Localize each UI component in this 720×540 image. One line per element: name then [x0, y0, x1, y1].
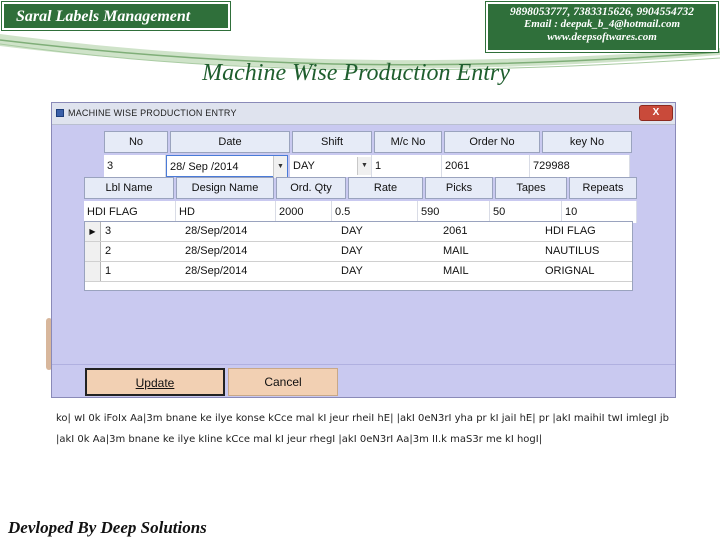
- lbl-name-field[interactable]: HDI FLAG: [84, 201, 176, 223]
- button-bar: Update Cancel: [52, 364, 675, 397]
- contact-phones: 9898053777, 7383315626, 9904554732: [510, 6, 694, 18]
- footer-credit: Devloped By Deep Solutions: [8, 518, 207, 537]
- ord-qty-field[interactable]: 2000: [276, 201, 332, 223]
- update-button[interactable]: Update: [85, 368, 225, 396]
- records-list[interactable]: ▶ 3 28/Sep/2014 DAY 2061 HDI FLAG 2 28/S…: [84, 221, 633, 291]
- row-selector[interactable]: [85, 262, 101, 281]
- brand-title: Saral Labels Management: [16, 8, 191, 25]
- row-selector-icon[interactable]: ▶: [85, 222, 101, 241]
- header-mc-no: M/c No: [374, 131, 442, 153]
- row-no: 2: [105, 245, 112, 257]
- row-no: 3: [105, 225, 112, 237]
- page-heading: Machine Wise Production Entry: [202, 60, 510, 86]
- header-key-no: key No: [542, 131, 632, 153]
- row-order: 2061: [443, 225, 468, 237]
- rate-field[interactable]: 0.5: [332, 201, 418, 223]
- entry-value-row: 3 28/ Sep /2014 ▼ DAY ▼ 1 2061 729988: [104, 155, 630, 178]
- header-design-name: Design Name: [176, 177, 274, 199]
- shift-select[interactable]: DAY ▼: [290, 155, 372, 177]
- row-order: MAIL: [443, 245, 469, 257]
- row-label: NAUTILUS: [545, 245, 600, 257]
- row-date: 28/Sep/2014: [185, 265, 248, 277]
- app-icon: [56, 109, 64, 117]
- header-rate: Rate: [348, 177, 423, 199]
- update-button-label: Update: [135, 376, 175, 390]
- header-picks: Picks: [425, 177, 493, 199]
- tapes-field[interactable]: 50: [490, 201, 562, 223]
- header-tapes: Tapes: [495, 177, 567, 199]
- cancel-button-label: Cancel: [264, 375, 302, 389]
- key-no-field[interactable]: 729988: [530, 155, 630, 177]
- shift-value: DAY: [293, 160, 315, 172]
- description-note: ko| wI 0k iFoIx Aa|3m bnane ke ilye kons…: [56, 408, 676, 450]
- close-button[interactable]: X: [639, 105, 673, 121]
- row-shift: DAY: [341, 245, 363, 257]
- note-line-1: ko| wI 0k iFoIx Aa|3m bnane ke ilye kons…: [56, 413, 669, 424]
- header-order-no: Order No: [444, 131, 540, 153]
- mc-no-field[interactable]: 1: [372, 155, 442, 177]
- header-lbl-name: Lbl Name: [84, 177, 174, 199]
- picks-field[interactable]: 590: [418, 201, 490, 223]
- header-repeats: Repeats: [569, 177, 637, 199]
- chevron-down-icon[interactable]: ▼: [273, 156, 287, 178]
- table-row[interactable]: 1 28/Sep/2014 DAY MAIL ORIGNAL: [85, 262, 632, 282]
- table-row[interactable]: 2 28/Sep/2014 DAY MAIL NAUTILUS: [85, 242, 632, 262]
- note-line-2: |akI 0k Aa|3m bnane ke ilye kIine kCce m…: [56, 434, 543, 445]
- contact-email: Email : deepak_b_4@hotmail.com: [523, 18, 681, 30]
- row-date: 28/Sep/2014: [185, 245, 248, 257]
- chevron-down-icon[interactable]: ▼: [357, 157, 371, 175]
- row-shift: DAY: [341, 265, 363, 277]
- brand-title-box: Saral Labels Management: [1, 1, 231, 31]
- row-order: MAIL: [443, 265, 469, 277]
- row-selector[interactable]: [85, 242, 101, 261]
- contact-box: 9898053777, 7383315626, 9904554732 Email…: [485, 1, 719, 53]
- table-row[interactable]: ▶ 3 28/Sep/2014 DAY 2061 HDI FLAG: [85, 222, 632, 242]
- no-field[interactable]: 3: [104, 155, 166, 177]
- row-label: ORIGNAL: [545, 265, 595, 277]
- label-value-row: HDI FLAG HD 2000 0.5 590 50 10: [84, 201, 637, 223]
- header-ord-qty: Ord. Qty: [276, 177, 346, 199]
- date-value: 28/ Sep /2014: [170, 161, 239, 173]
- contact-website: www.deepsoftwares.com: [547, 31, 657, 43]
- entry-header-row: No Date Shift M/c No Order No key No: [104, 131, 634, 153]
- row-label: HDI FLAG: [545, 225, 596, 237]
- row-date: 28/Sep/2014: [185, 225, 248, 237]
- window-title: MACHINE WISE PRODUCTION ENTRY: [68, 108, 237, 118]
- header-no: No: [104, 131, 168, 153]
- row-shift: DAY: [341, 225, 363, 237]
- label-header-row: Lbl Name Design Name Ord. Qty Rate Picks…: [84, 177, 639, 199]
- production-entry-window: MACHINE WISE PRODUCTION ENTRY X No Date …: [51, 102, 676, 398]
- cancel-button[interactable]: Cancel: [228, 368, 338, 396]
- row-no: 1: [105, 265, 112, 277]
- order-no-field[interactable]: 2061: [442, 155, 530, 177]
- window-titlebar[interactable]: MACHINE WISE PRODUCTION ENTRY X: [52, 103, 675, 125]
- date-picker[interactable]: 28/ Sep /2014 ▼: [166, 155, 288, 178]
- design-name-field[interactable]: HD: [176, 201, 276, 223]
- repeats-field[interactable]: 10: [562, 201, 637, 223]
- header-date: Date: [170, 131, 290, 153]
- header-shift: Shift: [292, 131, 372, 153]
